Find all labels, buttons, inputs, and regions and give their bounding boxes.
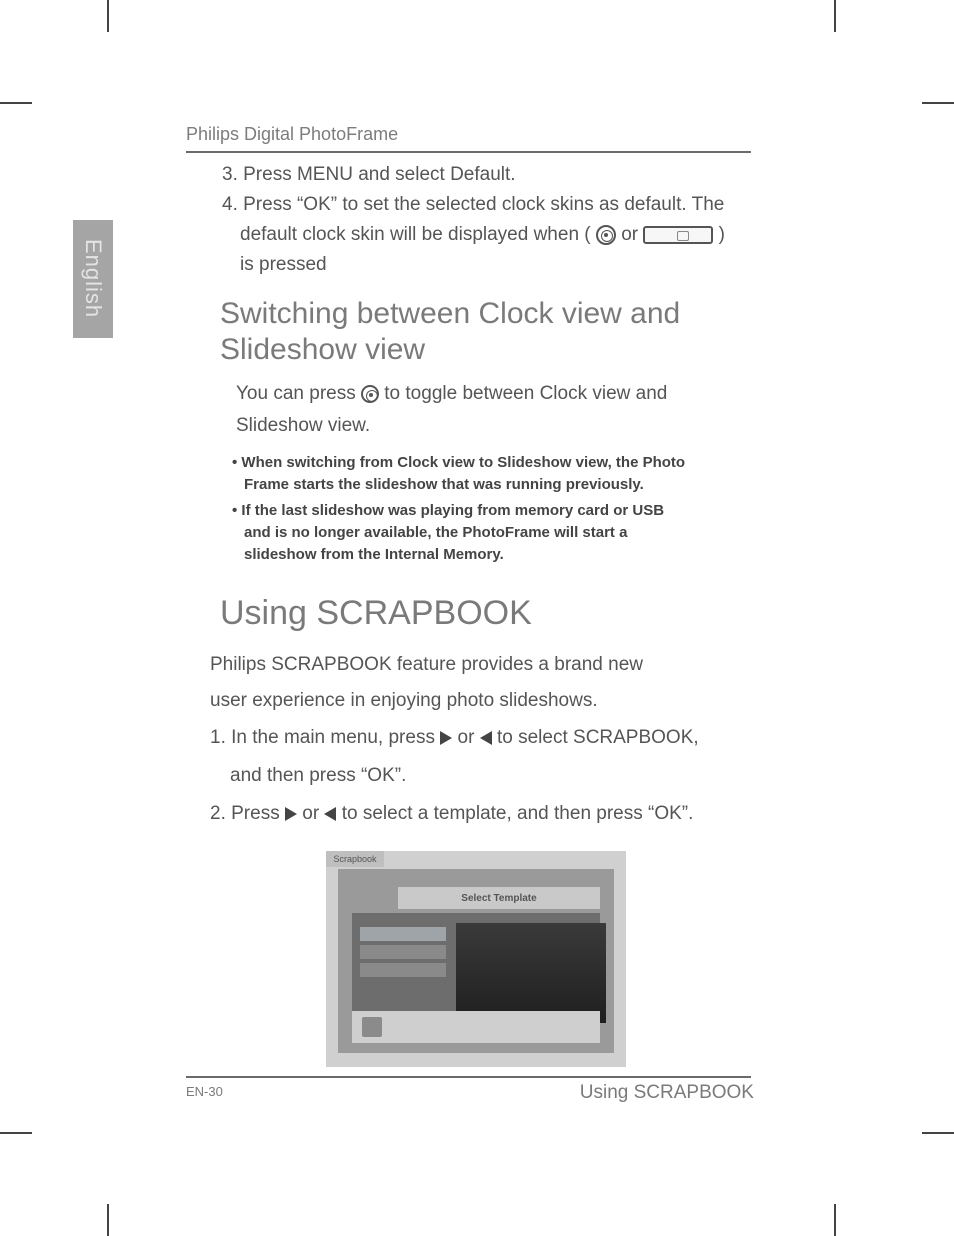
- toggle-button-icon: [596, 225, 616, 245]
- scrap-step-2: 2. Press or to select a template, and th…: [210, 795, 766, 833]
- note-1: • When switching from Clock view to Slid…: [232, 452, 766, 496]
- menu-item: [360, 963, 446, 977]
- scrap-step-1-line2: and then press “OK”.: [210, 757, 766, 795]
- footer-rule: [186, 1076, 751, 1078]
- language-label: English: [80, 239, 106, 318]
- step-4-line2: default clock skin will be displayed whe…: [222, 220, 766, 250]
- crop-mark: [107, 1204, 109, 1236]
- screenshot-frame: Select Template: [338, 869, 614, 1053]
- section-heading-switching: Switching between Clock view and Slidesh…: [220, 296, 766, 368]
- text: You can press: [236, 383, 361, 404]
- text: slideshow from the Internal Memory.: [232, 544, 766, 566]
- screenshot-photo: [456, 923, 606, 1023]
- crop-mark: [922, 102, 954, 104]
- page-header: Philips Digital PhotoFrame: [186, 124, 751, 153]
- page-number: EN-30: [186, 1084, 223, 1099]
- crop-mark: [0, 1132, 32, 1134]
- toggle-para-line1: You can press to toggle between Clock vi…: [236, 378, 766, 410]
- scrap-intro-2: user experience in enjoying photo slides…: [210, 683, 766, 719]
- section-heading-scrapbook: Using SCRAPBOOK: [220, 594, 766, 633]
- text: to select a template, and then press “OK…: [342, 803, 694, 824]
- language-tab: English: [73, 220, 113, 338]
- page-content: 3. Press MENU and select Default. 4. Pre…: [186, 160, 766, 1067]
- manual-page: English Philips Digital PhotoFrame 3. Pr…: [0, 0, 954, 1236]
- left-arrow-icon: [480, 731, 492, 745]
- text: • If the last slideshow was playing from…: [232, 502, 664, 519]
- text: default clock skin will be displayed whe…: [240, 224, 591, 245]
- text: Frame starts the slideshow that was runn…: [232, 474, 766, 496]
- crop-mark: [107, 0, 109, 32]
- crop-mark: [834, 0, 836, 32]
- text: 1. In the main menu, press: [210, 727, 440, 748]
- text: 2. Press: [210, 803, 285, 824]
- toggle-button-icon: [361, 385, 379, 403]
- right-arrow-icon: [440, 731, 452, 745]
- scrap-intro-1: Philips SCRAPBOOK feature provides a bra…: [210, 647, 766, 683]
- text: or: [458, 727, 480, 748]
- scrapbook-screenshot: Scrapbook Select Template: [326, 851, 626, 1067]
- screenshot-bottom-bar: [352, 1011, 600, 1043]
- step-4-line1: 4. Press “OK” to set the selected clock …: [222, 190, 766, 220]
- product-name: Philips Digital PhotoFrame: [186, 124, 751, 151]
- menu-item: [360, 945, 446, 959]
- screenshot-tab: Scrapbook: [326, 851, 384, 867]
- crop-mark: [922, 1132, 954, 1134]
- text: to select SCRAPBOOK,: [497, 727, 699, 748]
- footer-section: Using SCRAPBOOK: [580, 1082, 754, 1104]
- step-4-line3: is pressed: [222, 250, 766, 280]
- text: to toggle between Clock view and: [384, 383, 667, 404]
- toggle-para-line2: Slideshow view.: [236, 410, 766, 442]
- screenshot-menu: [360, 927, 446, 981]
- crop-mark: [834, 1204, 836, 1236]
- text: or: [621, 224, 643, 245]
- step-3: 3. Press MENU and select Default.: [222, 160, 766, 190]
- screenshot-icon: [362, 1017, 382, 1037]
- text: ): [719, 224, 725, 245]
- header-rule: [186, 151, 751, 153]
- left-arrow-icon: [324, 807, 336, 821]
- text: and is no longer available, the PhotoFra…: [232, 522, 766, 544]
- crop-mark: [0, 102, 32, 104]
- menu-item: [360, 927, 446, 941]
- text: or: [302, 803, 324, 824]
- note-2: • If the last slideshow was playing from…: [232, 500, 766, 566]
- scrap-step-1-line1: 1. In the main menu, press or to select …: [210, 719, 766, 757]
- screenshot-title: Select Template: [398, 887, 600, 909]
- text: • When switching from Clock view to Slid…: [232, 454, 685, 471]
- device-button-icon: [643, 226, 713, 244]
- right-arrow-icon: [285, 807, 297, 821]
